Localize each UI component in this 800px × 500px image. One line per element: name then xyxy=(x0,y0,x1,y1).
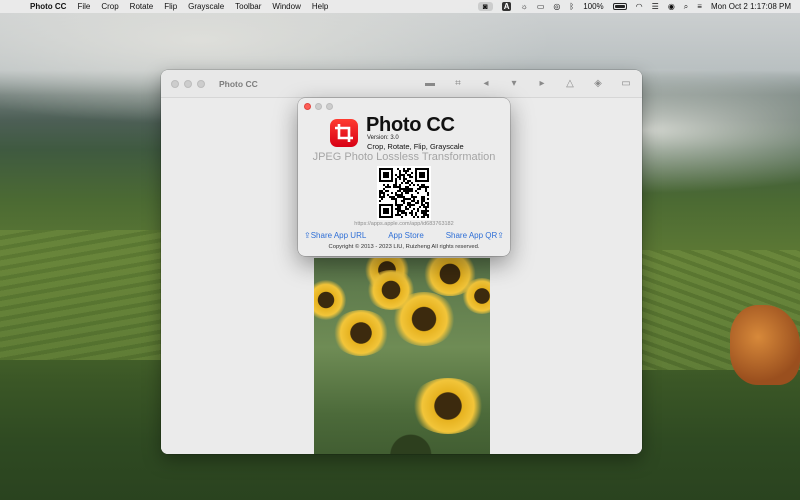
sunflower xyxy=(462,278,490,314)
flip-horizontal-icon[interactable]: ▸ xyxy=(536,78,548,90)
zoom-button[interactable] xyxy=(197,79,205,88)
camera-icon[interactable]: ◙ xyxy=(477,2,493,11)
panel-icon[interactable]: ▭ xyxy=(620,78,632,90)
app-store-link[interactable]: App Store xyxy=(388,231,424,240)
menu-flip[interactable]: Flip xyxy=(164,2,177,11)
status-area: ◙ A ☼ ▭ ◎ ᛒ 100% ◠ ☰ ◉ ⌕ ≡ Mon Oct 2 1:1… xyxy=(477,2,791,12)
app-name: Photo CC xyxy=(366,114,455,136)
display-icon[interactable]: ▭ xyxy=(537,2,545,11)
sunflower xyxy=(410,378,486,434)
app-store-url: https://apps.apple.com/app/id683763182 xyxy=(354,221,454,227)
crop-icon[interactable]: ⌗ xyxy=(452,78,464,90)
share-app-qr-link[interactable]: Share App QR⇪ xyxy=(446,231,504,240)
sunflower-photo xyxy=(314,258,490,454)
copyright: Copyright © 2013 - 2023 LIU, Ruizheng Al… xyxy=(328,244,480,250)
share-app-url-link[interactable]: ⇪Share App URL xyxy=(304,231,366,240)
app-tagline: JPEG Photo Lossless Transformation xyxy=(312,151,496,163)
about-window-controls xyxy=(304,103,333,110)
sunflower xyxy=(332,310,390,356)
window-title: Photo CC xyxy=(219,78,258,89)
about-window: Photo CC Version: 3.0 Crop, Rotate, Flip… xyxy=(298,98,510,256)
app-version: Version: 3.0 xyxy=(367,135,399,141)
app-features: Crop, Rotate, Flip, Grayscale xyxy=(367,142,464,151)
autumn-tree xyxy=(730,305,800,385)
close-button[interactable] xyxy=(171,79,179,88)
menu-clock[interactable]: Mon Oct 2 1:17:08 PM xyxy=(711,2,791,11)
app-icon xyxy=(330,119,358,147)
user-icon[interactable]: ◉ xyxy=(668,2,675,11)
rotate-icon[interactable]: ◂ xyxy=(480,78,492,90)
airplay-icon[interactable]: ◎ xyxy=(553,2,560,11)
menu-bar: Photo CC File Crop Rotate Flip Grayscale… xyxy=(0,0,800,13)
menu-file[interactable]: File xyxy=(77,2,90,11)
menu-help[interactable]: Help xyxy=(312,2,328,11)
menu-toolbar[interactable]: Toolbar xyxy=(235,2,261,11)
qr-code xyxy=(377,166,431,220)
vineyard-hill-left xyxy=(0,230,170,360)
battery-icon[interactable] xyxy=(612,3,627,10)
control-center-icon[interactable]: ☰ xyxy=(652,2,659,11)
menu-window[interactable]: Window xyxy=(272,2,300,11)
toolbar: ▬ ⌗ ◂ ▾ ▸ △ ◈ ▭ xyxy=(424,78,632,90)
menu-app[interactable]: Photo CC xyxy=(30,2,66,11)
minimize-button[interactable] xyxy=(184,79,192,88)
brightness-icon[interactable]: ☼ xyxy=(520,2,527,11)
menu-crop[interactable]: Crop xyxy=(101,2,118,11)
menu-rotate[interactable]: Rotate xyxy=(130,2,154,11)
search-icon[interactable]: ⌕ xyxy=(684,2,688,12)
export-icon[interactable]: ◈ xyxy=(592,78,604,90)
crop-icon xyxy=(335,124,353,142)
about-links: ⇪Share App URL App Store Share App QR⇪ xyxy=(304,231,504,240)
main-titlebar[interactable]: Photo CC ▬ ⌗ ◂ ▾ ▸ △ ◈ ▭ xyxy=(161,70,642,98)
sunflower xyxy=(392,292,456,346)
siri-icon[interactable]: ≡ xyxy=(697,2,702,11)
wifi-icon[interactable]: ◠ xyxy=(636,2,643,11)
menu-grayscale[interactable]: Grayscale xyxy=(188,2,224,11)
bluetooth-icon[interactable]: ᛒ xyxy=(569,2,574,11)
about-close-button[interactable] xyxy=(304,103,311,110)
folder-icon[interactable]: ▬ xyxy=(424,78,436,90)
input-source-icon[interactable]: A xyxy=(501,2,512,11)
flip-vertical-icon[interactable]: ▾ xyxy=(508,78,520,90)
about-zoom-button[interactable] xyxy=(326,103,333,110)
window-controls xyxy=(171,79,205,88)
battery-percent: 100% xyxy=(583,2,604,11)
about-minimize-button[interactable] xyxy=(315,103,322,110)
grayscale-icon[interactable]: △ xyxy=(564,78,576,90)
sunflower xyxy=(314,280,346,320)
